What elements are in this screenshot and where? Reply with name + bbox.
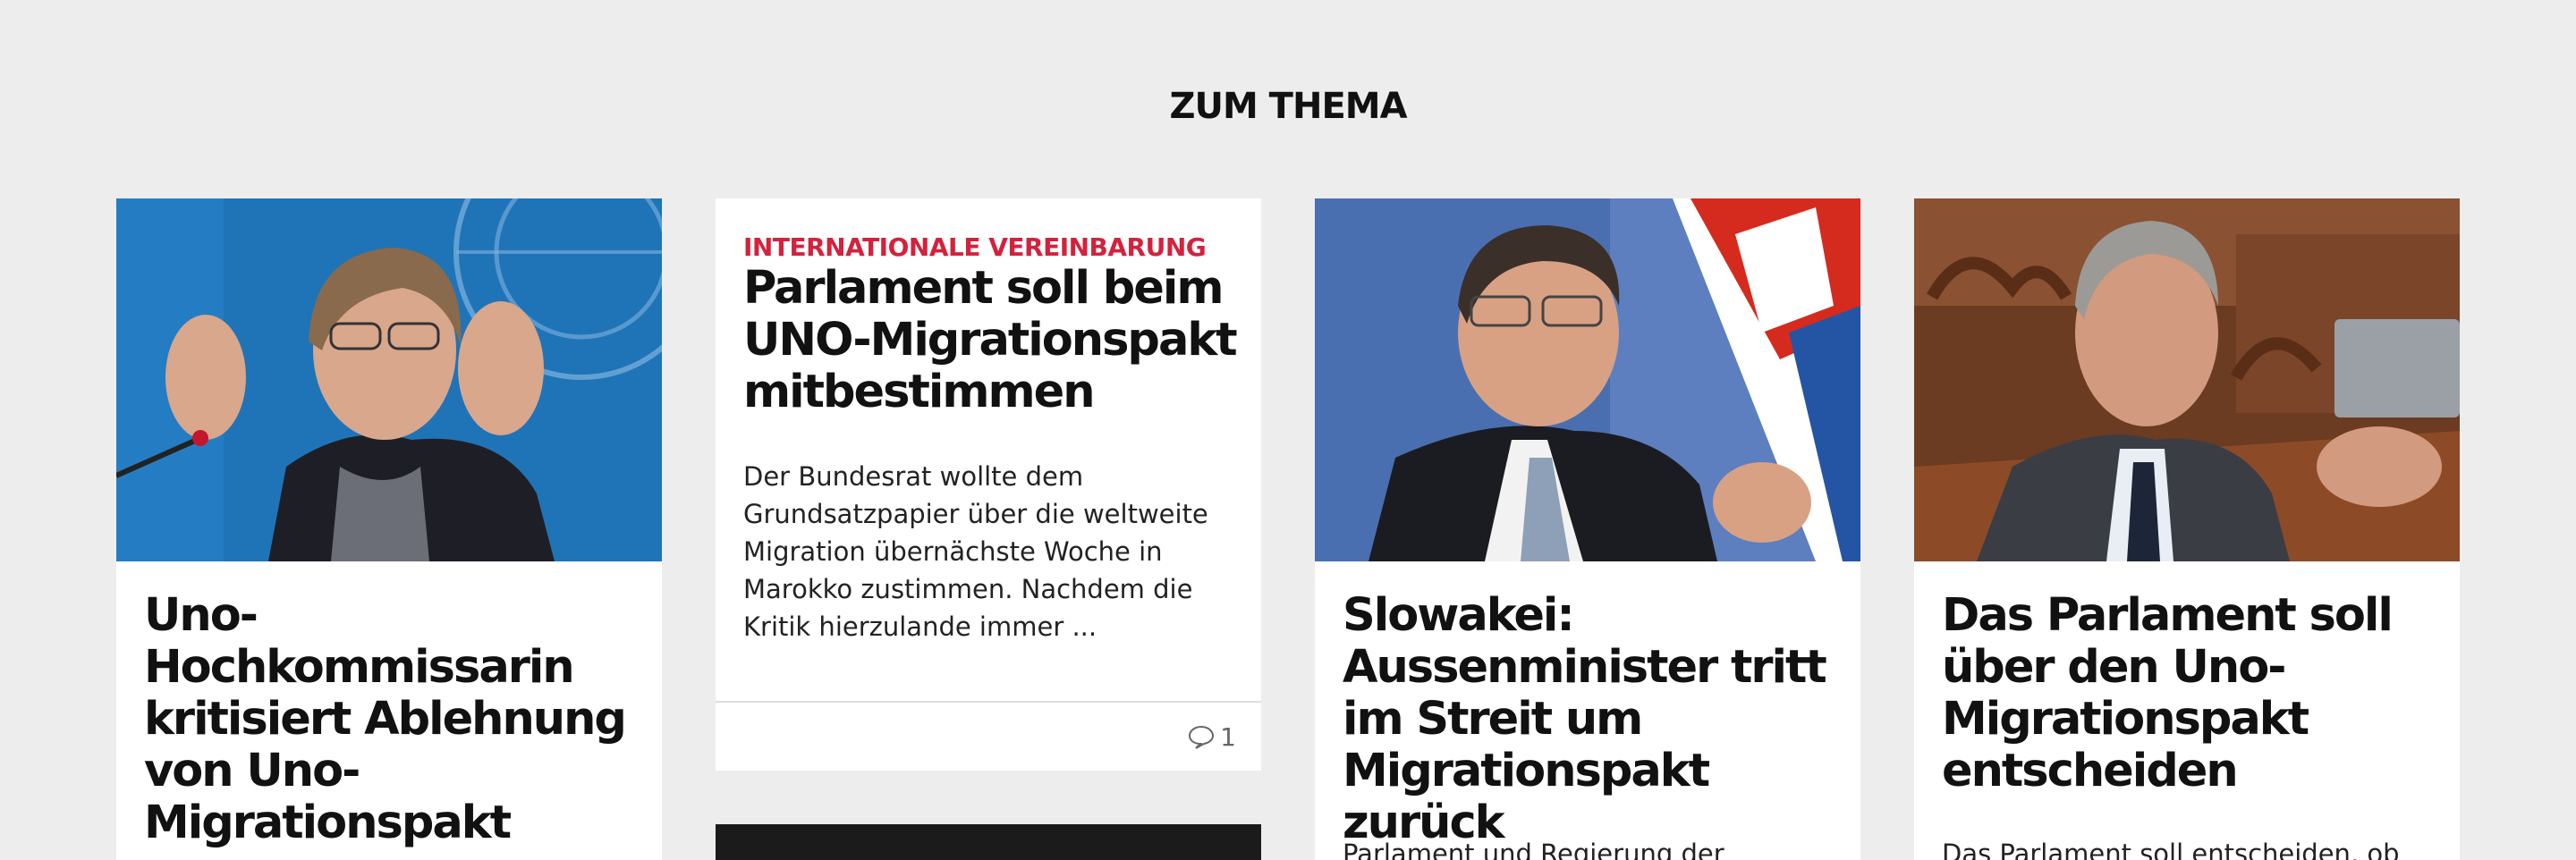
comment-count: 1	[1220, 721, 1236, 752]
speech-bubble-icon	[1189, 725, 1215, 749]
section-title: ZUM THEMA	[1169, 86, 1407, 127]
article-card-1[interactable]: Uno-Hochkommissarin kritisiert Ablehnung…	[116, 198, 662, 860]
article-image-1[interactable]	[116, 198, 662, 561]
card-footer: 1	[716, 701, 1261, 771]
article-image-3[interactable]	[1315, 198, 1860, 561]
comment-count-link[interactable]: 1	[1188, 719, 1236, 755]
article-teaser-4[interactable]: Das Parlament soll entscheiden, ob	[1942, 835, 2443, 860]
article-teaser-3[interactable]: Parlament und Regierung der	[1343, 835, 1843, 860]
article-headline-4[interactable]: Das Parlament soll über den Uno-Migratio…	[1942, 590, 2443, 797]
article-card-5[interactable]	[716, 824, 1261, 860]
article-card-3[interactable]: Slowakei: Aussenminister tritt im Streit…	[1315, 198, 1860, 860]
article-headline-1[interactable]: Uno-Hochkommissarin kritisiert Ablehnung…	[144, 590, 645, 849]
article-headline-2[interactable]: Parlament soll beim UNO-Migrationspakt m…	[743, 263, 1244, 418]
article-image-4[interactable]	[1914, 198, 2460, 561]
article-headline-3[interactable]: Slowakei: Aussenminister tritt im Streit…	[1343, 590, 1843, 849]
article-teaser-2[interactable]: Der Bundesrat wollte dem Grundsatzpapier…	[743, 458, 1244, 645]
article-kicker-2: INTERNATIONALE VEREINBARUNG	[743, 232, 1207, 262]
article-card-4[interactable]: Das Parlament soll über den Uno-Migratio…	[1914, 198, 2460, 860]
article-card-2[interactable]: INTERNATIONALE VEREINBARUNG Parlament so…	[716, 198, 1261, 771]
